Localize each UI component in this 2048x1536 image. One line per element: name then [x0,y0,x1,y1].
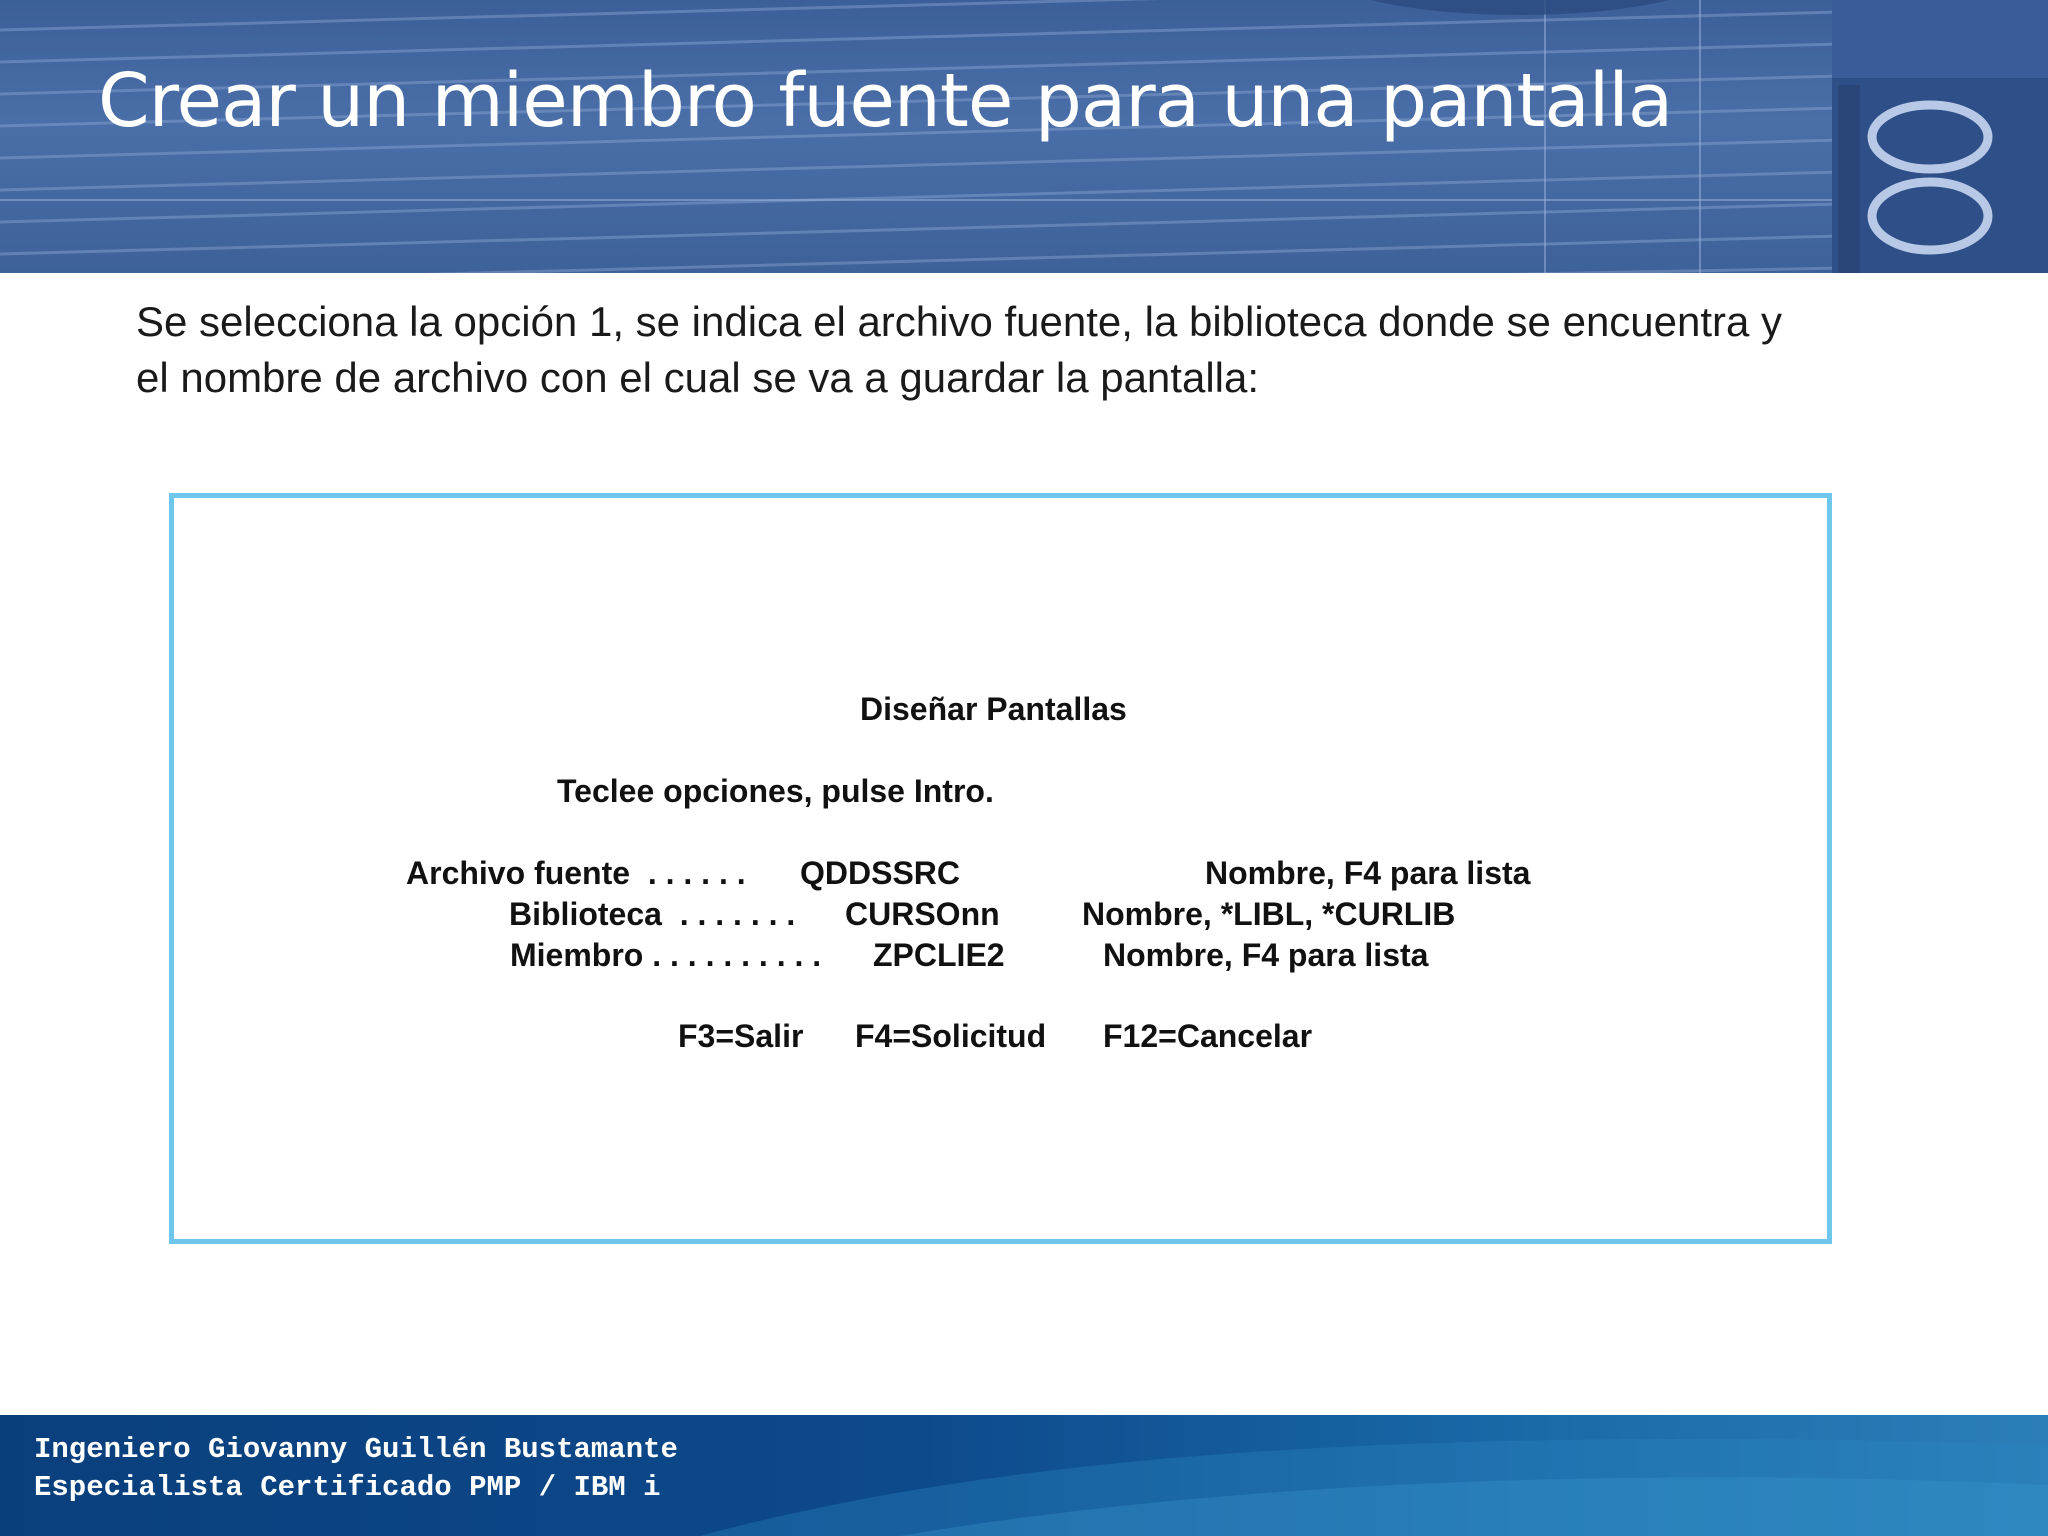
fkey-f12-cancelar[interactable]: F12=Cancelar [1103,1018,1312,1055]
field-label-archivo: Archivo fuente . . . . . . [406,855,746,891]
intro-line-1: Se selecciona la opción 1, se indica el … [136,298,1783,345]
screen-heading: Diseñar Pantallas [860,691,1127,727]
field-value-archivo[interactable]: QDDSSRC [800,855,960,892]
fkey-f4-solicitud[interactable]: F4=Solicitud [855,1018,1046,1055]
footer-credentials: Especialista Certificado PMP / IBM i [34,1471,661,1504]
screen-mockup: Diseñar Pantallas Teclee opciones, pulse… [169,493,1832,1244]
slide-title: Crear un miembro fuente para una pantall… [98,58,1673,144]
field-label-miembro: Miembro . . . . . . . . . . [510,937,822,973]
field-hint-miembro: Nombre, F4 para lista [1103,937,1429,973]
field-hint-archivo: Nombre, F4 para lista [1205,855,1531,891]
fkey-f3-salir[interactable]: F3=Salir [678,1018,803,1055]
header-banner: Crear un miembro fuente para una pantall… [0,0,2048,273]
field-value-miembro[interactable]: ZPCLIE2 [873,937,1005,974]
footer-banner: Ingeniero Giovanny Guillén Bustamante Es… [0,1415,2048,1536]
intro-line-2: el nombre de archivo con el cual se va a… [136,354,1260,401]
footer-author: Ingeniero Giovanny Guillén Bustamante [34,1433,678,1466]
field-hint-biblioteca: Nombre, *LIBL, *CURLIB [1082,896,1456,932]
field-value-biblioteca[interactable]: CURSOnn [845,896,1000,933]
screen-instruction: Teclee opciones, pulse Intro. [557,773,994,809]
field-label-biblioteca: Biblioteca . . . . . . . [509,896,796,932]
intro-paragraph: Se selecciona la opción 1, se indica el … [136,294,1936,406]
